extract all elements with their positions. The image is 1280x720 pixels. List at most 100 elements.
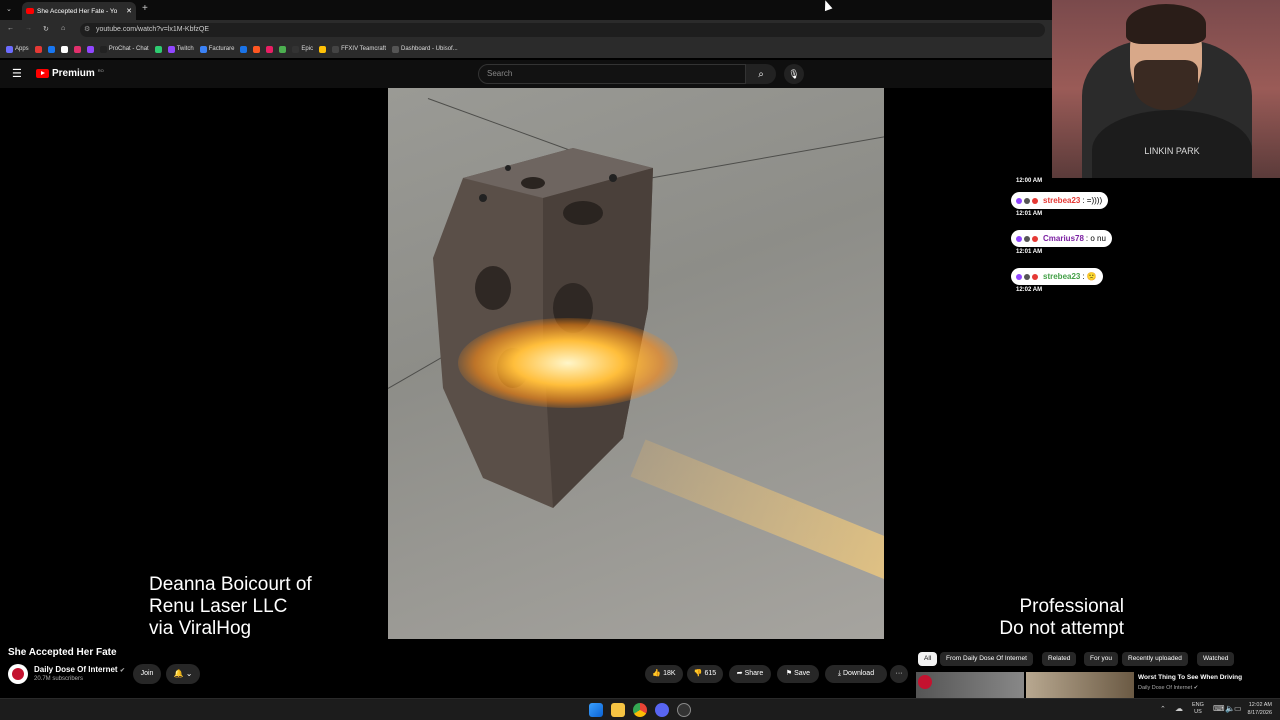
bookmark-label: Dashboard - Ubisof... bbox=[401, 46, 458, 52]
subscriber-count: 20.7M subscribers bbox=[34, 676, 84, 682]
chat-username: Cmarius78 bbox=[1043, 234, 1084, 243]
download-icon: ⤓ bbox=[837, 670, 841, 677]
bookmark-item[interactable] bbox=[73, 45, 81, 53]
tab-close-icon[interactable]: ✕ bbox=[126, 7, 132, 15]
chip-all[interactable]: All bbox=[918, 652, 938, 666]
recommended-thumbnail-2[interactable] bbox=[1026, 672, 1134, 698]
bookmark-favicon-icon bbox=[60, 45, 68, 53]
chat-badge-icon bbox=[1024, 273, 1030, 280]
download-button[interactable]: ⤓ Download bbox=[825, 665, 887, 683]
language-indicator[interactable]: ENG US bbox=[1192, 702, 1204, 716]
notification-bell-button[interactable]: 🔔 ⌄ bbox=[166, 664, 200, 684]
search-icon[interactable]: ⌕ bbox=[746, 64, 776, 84]
bookmark-item[interactable] bbox=[86, 45, 94, 53]
bookmark-item[interactable]: Apps bbox=[6, 45, 29, 53]
recommended-title[interactable]: Worst Thing To See When Driving bbox=[1138, 674, 1242, 681]
bookmark-item[interactable] bbox=[34, 45, 42, 53]
video-player[interactable] bbox=[388, 88, 884, 639]
share-label: Share bbox=[744, 670, 764, 677]
file-explorer-icon[interactable] bbox=[611, 703, 625, 717]
lang-line1: ENG bbox=[1192, 702, 1204, 708]
streamer-beard bbox=[1134, 60, 1198, 110]
bookmark-item[interactable] bbox=[266, 45, 274, 53]
bookmark-item[interactable]: Facturare bbox=[199, 45, 234, 53]
start-icon[interactable] bbox=[589, 703, 603, 717]
bookmark-item[interactable] bbox=[253, 45, 261, 53]
url-text: youtube.com/watch?v=lx1M-KbfzQE bbox=[96, 26, 210, 33]
youtube-favicon-icon bbox=[26, 8, 34, 14]
chat-message: Cmarius78: o nu bbox=[1011, 230, 1112, 247]
bookmark-favicon-icon bbox=[199, 45, 207, 53]
join-button[interactable]: Join bbox=[133, 664, 161, 684]
channel-name[interactable]: Daily Dose Of Internet ✔ bbox=[34, 665, 125, 674]
cloud-icon[interactable]: ☁ bbox=[1175, 704, 1183, 713]
windows-taskbar: ⌃ ☁ ⌨ 🔈 ▭ 12:02 AM 8/17/2026 bbox=[0, 698, 1280, 720]
app-icon[interactable] bbox=[677, 703, 691, 717]
site-info-icon[interactable]: ⚙ bbox=[84, 23, 90, 37]
like-button[interactable]: 👍 18K bbox=[645, 665, 683, 683]
recommended-channel[interactable]: Daily Dose Of Internet ✔ bbox=[1138, 685, 1198, 691]
dislike-button[interactable]: 👎 615 bbox=[687, 665, 723, 683]
youtube-play-icon bbox=[36, 69, 49, 78]
bookmark-favicon-icon bbox=[279, 45, 287, 53]
bookmark-item[interactable] bbox=[319, 45, 327, 53]
menu-icon[interactable]: ☰ bbox=[12, 67, 22, 80]
new-tab-icon[interactable]: + bbox=[142, 3, 148, 14]
bookmark-item[interactable]: Epic bbox=[292, 45, 313, 53]
bookmark-favicon-icon bbox=[99, 45, 107, 53]
chrome-icon[interactable] bbox=[633, 703, 647, 717]
browser-tab-bar: ⌄ She Accepted Her Fate - Yo ✕ + bbox=[0, 0, 1052, 20]
recommended-thumbnail[interactable] bbox=[916, 672, 1024, 698]
reload-icon[interactable]: ↻ bbox=[43, 25, 49, 33]
thumbs-down-icon: 👎 bbox=[693, 670, 703, 677]
bookmark-favicon-icon bbox=[73, 45, 81, 53]
chat-badge-icon bbox=[1032, 273, 1038, 280]
tab-list-chevron-icon[interactable]: ⌄ bbox=[6, 5, 12, 13]
bookmark-item[interactable]: FFXIV Teamcraft bbox=[332, 45, 386, 53]
chat-text: : o nu bbox=[1085, 234, 1106, 243]
channel-avatar[interactable] bbox=[8, 664, 28, 684]
browser-tab[interactable]: She Accepted Her Fate - Yo ✕ bbox=[22, 2, 136, 20]
back-icon[interactable]: ← bbox=[7, 25, 14, 32]
caption-right: Professional Do not attempt bbox=[999, 596, 1124, 639]
forward-icon[interactable]: → bbox=[25, 25, 32, 32]
battery-icon[interactable]: ▭ bbox=[1234, 704, 1242, 713]
chat-badge-icon bbox=[1016, 235, 1022, 242]
chat-username: strebea23 bbox=[1043, 196, 1081, 205]
bookmark-favicon-icon bbox=[332, 45, 340, 53]
chip-from-daily-dose-of-internet[interactable]: From Daily Dose Of Internet bbox=[940, 652, 1033, 666]
bookmark-item[interactable]: Dashboard - Ubisof... bbox=[392, 45, 458, 53]
bookmark-item[interactable] bbox=[154, 45, 162, 53]
bookmark-favicon-icon bbox=[253, 45, 261, 53]
share-icon: ➦ bbox=[736, 670, 743, 677]
chip-related[interactable]: Related bbox=[1042, 652, 1077, 666]
address-bar[interactable]: ⚙ youtube.com/watch?v=lx1M-KbfzQE bbox=[80, 23, 1045, 37]
bookmark-favicon-icon bbox=[240, 45, 248, 53]
bookmark-item[interactable] bbox=[60, 45, 68, 53]
share-button[interactable]: ➦ Share bbox=[729, 665, 771, 683]
search-input[interactable]: Search bbox=[478, 64, 746, 84]
chip-watched[interactable]: Watched bbox=[1197, 652, 1235, 666]
bookmark-favicon-icon bbox=[266, 45, 274, 53]
bookmark-item[interactable] bbox=[240, 45, 248, 53]
home-icon[interactable]: ⌂ bbox=[61, 25, 65, 32]
tray-chevron-icon[interactable]: ⌃ bbox=[1160, 705, 1166, 713]
bookmark-item[interactable]: ProChat - Chat bbox=[99, 45, 149, 53]
youtube-logo[interactable]: Premium RO bbox=[36, 68, 104, 79]
discord-icon[interactable] bbox=[655, 703, 669, 717]
save-label: Save bbox=[794, 670, 811, 677]
chip-recently-uploaded[interactable]: Recently uploaded bbox=[1122, 652, 1188, 666]
recommended-channel-avatar[interactable] bbox=[918, 675, 932, 689]
bookmark-item[interactable] bbox=[47, 45, 55, 53]
chat-badge-icon bbox=[1032, 197, 1038, 204]
network-icon[interactable]: ⌨ bbox=[1213, 704, 1225, 713]
chip-for-you[interactable]: For you bbox=[1084, 652, 1119, 666]
more-actions-button[interactable]: ··· bbox=[890, 665, 908, 683]
save-button[interactable]: ⚑ Save bbox=[777, 665, 819, 683]
bookmark-item[interactable]: Twitch bbox=[167, 45, 194, 53]
mic-icon[interactable]: 🎙 bbox=[784, 64, 804, 84]
bookmark-item[interactable] bbox=[279, 45, 287, 53]
clock[interactable]: 12:02 AM 8/17/2026 bbox=[1248, 701, 1272, 717]
chat-username: strebea23 bbox=[1043, 272, 1081, 281]
download-label: Download bbox=[842, 670, 875, 677]
